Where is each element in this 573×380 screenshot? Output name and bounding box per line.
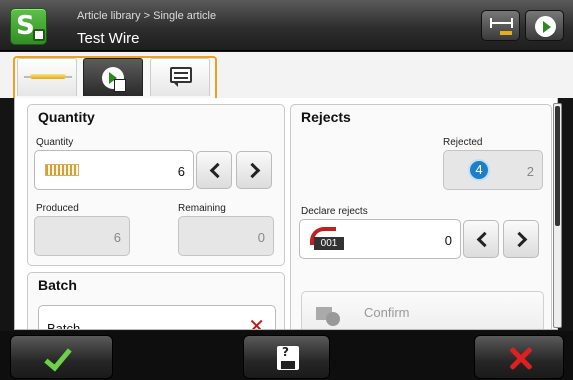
tab-message[interactable] [150,58,210,96]
save-icon: ? [277,345,299,370]
quantity-value: 6 [177,164,185,179]
app-logo-box [33,29,45,41]
declare-rejects-value: 0 [444,233,452,248]
declare-rejects-decrement-button[interactable] [463,220,499,258]
declare-rejects-label: Declare rejects [301,206,368,217]
footer-bar: ? [0,331,573,380]
confirm-label: Confirm [364,305,410,320]
cancel-button[interactable] [474,335,564,379]
quantity-increment-button[interactable] [236,151,272,189]
remaining-label: Remaining [178,203,226,214]
app-logo-icon[interactable]: S [10,8,47,45]
chevron-right-icon [511,231,528,248]
remaining-value: 0 [257,230,265,245]
reject-counter-icon-text: 001 [314,237,344,250]
tab-bar [0,52,573,98]
batch-panel: Batch Batch ✕ [27,272,285,330]
rejects-panel: Rejects Rejected 4 2 Declare rejects 001… [290,104,552,329]
quantity-dots-icon [45,164,79,176]
message-icon [170,67,192,83]
rejected-label: Rejected [443,137,483,148]
quantity-label: Quantity [36,137,74,148]
batch-title: Batch [38,277,77,293]
ok-button[interactable] [10,335,113,379]
confirm-icon [312,299,342,327]
batch-field-label: Batch [47,321,81,330]
produced-field: 6 [34,216,130,256]
tab-wire[interactable] [17,58,77,96]
header-bar: S Article library > Single article Test … [0,0,573,51]
chevron-left-icon [476,231,493,248]
quantity-panel: Quantity Quantity 6 Produced 6 Remaining… [27,104,285,266]
wire-width-icon-tag [500,31,512,35]
next-arrow-head [543,21,551,33]
clear-batch-icon[interactable]: ✕ [248,314,265,329]
wire-width-icon-bar [492,22,511,24]
rejected-count-badge: 4 [468,159,490,181]
scrollbar[interactable] [553,103,562,328]
save-icon-slot [281,361,295,369]
wire-width-icon-end [511,18,513,28]
declare-rejects-field[interactable]: 001 0 [299,219,461,259]
scrollbar-thumb[interactable] [555,106,560,226]
app-window: S Article library > Single article Test … [0,0,573,380]
breadcrumb: Article library > Single article [77,10,217,22]
next-button[interactable] [525,10,564,41]
tab-process[interactable] [83,58,143,96]
content-area: Quantity Quantity 6 Produced 6 Remaining… [14,98,558,330]
wire-icon [30,74,66,79]
wire-icon-lead-right [66,76,72,78]
quantity-decrement-button[interactable] [196,151,232,189]
process-icon-doc [114,79,126,92]
produced-label: Produced [36,203,79,214]
rejected-value: 2 [526,164,534,179]
quantity-field[interactable]: 6 [34,150,194,190]
declare-rejects-increment-button[interactable] [503,220,539,258]
reject-counter-icon: 001 [306,225,346,253]
save-button[interactable]: ? [243,335,330,379]
confirm-icon-check [326,312,340,326]
save-icon-mark: ? [282,345,289,359]
message-icon-line [174,77,188,79]
chevron-left-icon [209,162,226,179]
page-title: Test Wire [77,30,140,47]
produced-value: 6 [113,230,121,245]
batch-field[interactable]: Batch ✕ [38,305,276,330]
confirm-button[interactable]: Confirm [301,291,544,329]
rejected-field: 4 2 [443,150,543,190]
quantity-title: Quantity [38,109,95,125]
chevron-right-icon [244,162,261,179]
wire-width-button[interactable] [481,10,520,41]
rejects-title: Rejects [301,109,351,125]
app-logo-letter: S [16,11,35,41]
message-icon-tail [173,82,178,87]
ok-check-icon [44,342,72,372]
remaining-field: 0 [178,216,274,256]
message-icon-line [174,72,188,74]
